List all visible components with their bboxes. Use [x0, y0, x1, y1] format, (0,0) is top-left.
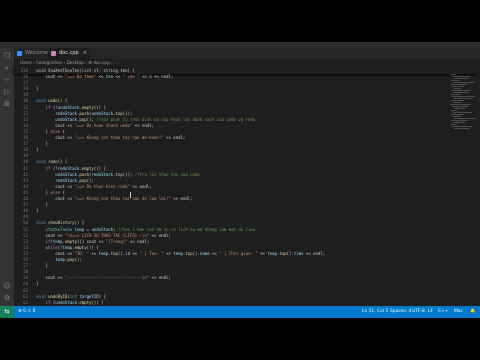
- minimap-line: [451, 110, 457, 111]
- minimap-line: [450, 84, 467, 85]
- account-icon[interactable]: ☺: [3, 282, 11, 290]
- minimap-line: [453, 112, 472, 113]
- minimap[interactable]: [450, 74, 476, 134]
- minimap-line: [452, 116, 461, 117]
- minimap-line: [450, 124, 457, 125]
- status-bar: ⇆ ⊗ 0 ⚠ 0 Ln 51, Col 5 Spaces: 4 UTF-8 L…: [0, 306, 480, 318]
- minimap-line: [453, 102, 461, 103]
- minimap-line: [453, 82, 475, 83]
- minimap-line: [453, 122, 465, 123]
- minimap-line: [452, 126, 472, 127]
- vscode-logo-icon: [17, 51, 22, 56]
- minimap-line: [454, 108, 465, 109]
- minimap-line: [450, 104, 471, 105]
- encoding-setting[interactable]: UTF-8: [412, 306, 425, 318]
- search-icon[interactable]: ⌕: [3, 64, 11, 72]
- minimap-line: [452, 86, 464, 87]
- minimap-line: [454, 88, 461, 89]
- explorer-icon[interactable]: ❐: [3, 52, 11, 60]
- sticky-scroll-header[interactable]: 110 void XoaXeoTheoTen(list st, string t…: [14, 67, 480, 74]
- vscode-window: ❐ ⌕ ⑂ ▷ ⊞ ☺ ⚙ Welcome doc.cpp × Users › …: [0, 42, 480, 318]
- minimap-line: [453, 92, 468, 93]
- minimap-line: [452, 96, 475, 97]
- run-debug-icon[interactable]: ▷: [3, 88, 11, 96]
- tab-welcome[interactable]: Welcome: [14, 48, 48, 59]
- problems-indicator[interactable]: ⊗ 0 ⚠ 0: [18, 306, 35, 318]
- line-number: 110: [20, 68, 28, 73]
- source-control-icon[interactable]: ⑂: [3, 76, 11, 84]
- cursor-position[interactable]: Ln 51, Col 5: [362, 306, 388, 318]
- language-mode[interactable]: C++: [438, 306, 448, 318]
- minimap-line: [450, 74, 456, 75]
- minimap-line: [451, 90, 471, 91]
- line-ending-setting[interactable]: LF: [428, 306, 433, 318]
- sticky-code-line: void XoaXeoTheoTen(list st, string ten) …: [36, 68, 135, 73]
- notifications-bell-icon[interactable]: 🔔: [470, 306, 475, 318]
- vertical-scrollbar[interactable]: [476, 74, 480, 306]
- indentation-setting[interactable]: Spaces: 4: [390, 306, 411, 318]
- code-editor[interactable]: 26 cout << "==> Da them" << ten << " vao…: [14, 74, 480, 317]
- minimap-line: [452, 106, 468, 107]
- remote-indicator-icon[interactable]: ⇆: [0, 306, 14, 318]
- minimap-line: [454, 118, 476, 119]
- close-tab-icon[interactable]: ×: [83, 48, 87, 59]
- extensions-icon[interactable]: ⊞: [3, 100, 11, 108]
- minimap-line: [454, 98, 472, 99]
- editor-tabs: Welcome doc.cpp ×: [14, 48, 480, 59]
- minimap-line: [451, 120, 468, 121]
- tab-doc-cpp[interactable]: doc.cpp ×: [48, 48, 90, 59]
- minimap-line: [450, 94, 460, 95]
- minimap-line: [454, 78, 468, 79]
- breadcrumb[interactable]: Users › hoangnnhvn › Desktop › ⚙ doc.cpp…: [14, 59, 480, 67]
- minimap-line: [454, 128, 469, 129]
- cpp-file-icon: [51, 51, 56, 56]
- minimap-line: [450, 114, 464, 115]
- minimap-line: [451, 80, 460, 81]
- settings-gear-icon[interactable]: ⚙: [3, 294, 11, 302]
- platform-label[interactable]: Mac: [454, 306, 463, 318]
- activity-bar: ❐ ⌕ ⑂ ▷ ⊞ ☺ ⚙: [0, 48, 14, 306]
- minimap-line: [451, 100, 464, 101]
- minimap-line: [452, 76, 471, 77]
- text-cursor: [130, 192, 134, 198]
